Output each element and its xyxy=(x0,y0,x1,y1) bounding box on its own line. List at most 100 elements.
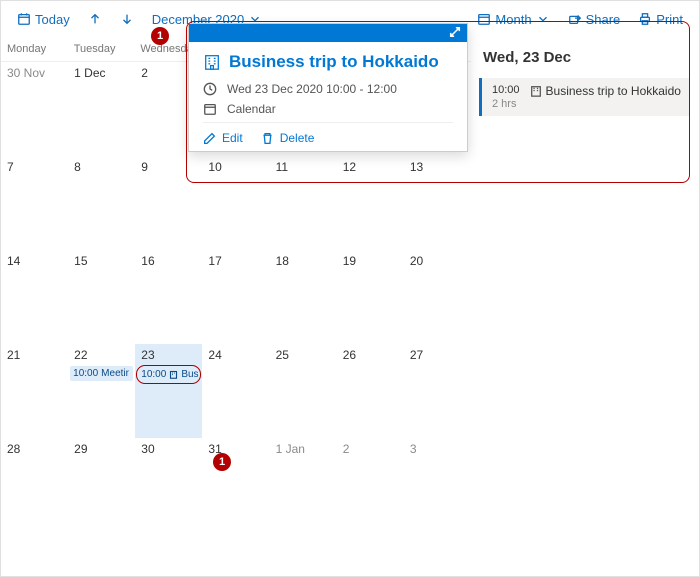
day-number: 1 Dec xyxy=(74,66,129,80)
day-cell[interactable]: 21 xyxy=(1,344,68,438)
day-cell[interactable]: 10 xyxy=(202,156,269,250)
popup-calendar: Calendar xyxy=(227,102,276,116)
event-chip[interactable]: 10:00 Meetir xyxy=(70,366,133,381)
building-icon xyxy=(530,85,542,97)
day-cell[interactable]: 1 Dec xyxy=(68,62,135,156)
day-number: 17 xyxy=(208,254,263,268)
arrow-up-icon xyxy=(88,12,102,26)
day-cell[interactable]: 28 xyxy=(1,438,68,532)
popup-calendar-row: Calendar xyxy=(203,102,453,116)
day-number: 12 xyxy=(343,160,398,174)
day-cell[interactable]: 7 xyxy=(1,156,68,250)
popup-actions: Edit Delete xyxy=(203,122,453,145)
day-detail-title: Wed, 23 Dec xyxy=(479,43,689,78)
next-button[interactable] xyxy=(114,8,140,30)
day-number: 21 xyxy=(7,348,62,362)
trash-icon xyxy=(261,132,274,145)
share-icon xyxy=(568,12,582,26)
day-number: 2 xyxy=(343,442,398,456)
day-number: 1 Jan xyxy=(276,442,331,456)
day-number: 14 xyxy=(7,254,62,268)
share-button[interactable]: Share xyxy=(562,8,627,31)
print-label: Print xyxy=(656,12,683,27)
day-cell[interactable]: 9 xyxy=(135,156,202,250)
print-icon xyxy=(638,12,652,26)
day-cell[interactable]: 20 xyxy=(404,250,471,344)
calendar-icon xyxy=(477,12,491,26)
day-number: 19 xyxy=(343,254,398,268)
day-cell[interactable]: 27 xyxy=(404,344,471,438)
chip-time: 10:00 xyxy=(73,368,98,379)
event-title-col: Business trip to Hokkaido xyxy=(530,84,681,98)
expand-icon xyxy=(449,26,461,38)
day-cell[interactable]: 25 xyxy=(270,344,337,438)
today-button[interactable]: Today xyxy=(11,8,76,31)
day-cell[interactable]: 3 xyxy=(404,438,471,532)
day-cell[interactable]: 24 xyxy=(202,344,269,438)
day-number: 16 xyxy=(141,254,196,268)
day-number: 9 xyxy=(141,160,196,174)
day-number: 10 xyxy=(208,160,263,174)
day-cell[interactable]: 22 10:00 Meetir xyxy=(68,344,135,438)
building-icon xyxy=(169,370,178,379)
week-row: 14 15 16 17 18 19 20 xyxy=(1,250,471,344)
popup-title: Business trip to Hokkaido xyxy=(229,52,439,72)
day-cell[interactable]: 1 Jan xyxy=(270,438,337,532)
day-number: 22 xyxy=(74,348,129,362)
print-button[interactable]: Print xyxy=(632,8,689,31)
day-header: Monday xyxy=(1,37,68,62)
day-cell[interactable]: 15 xyxy=(68,250,135,344)
calendar-icon xyxy=(203,102,217,116)
day-cell[interactable]: 18 xyxy=(270,250,337,344)
day-number: 18 xyxy=(276,254,331,268)
popup-title-row: Business trip to Hokkaido xyxy=(203,52,453,72)
day-detail-panel: Wed, 23 Dec 10:00 2 hrs Business trip to… xyxy=(479,43,689,116)
delete-button[interactable]: Delete xyxy=(261,131,315,145)
popup-body: Business trip to Hokkaido Wed 23 Dec 202… xyxy=(189,42,467,151)
day-number: 31 xyxy=(208,442,263,456)
day-number: 8 xyxy=(74,160,129,174)
day-number: 7 xyxy=(7,160,62,174)
toolbar-right: Month Share Print xyxy=(471,8,689,31)
day-number: 30 xyxy=(141,442,196,456)
day-header: Tuesday xyxy=(68,37,135,62)
event-popup: Business trip to Hokkaido Wed 23 Dec 202… xyxy=(188,23,468,152)
popup-time-row: Wed 23 Dec 2020 10:00 - 12:00 xyxy=(203,82,453,96)
day-number: 20 xyxy=(410,254,465,268)
day-number: 28 xyxy=(7,442,62,456)
popup-time: Wed 23 Dec 2020 10:00 - 12:00 xyxy=(227,82,397,96)
expand-button[interactable] xyxy=(449,26,461,41)
day-cell[interactable]: 12 xyxy=(337,156,404,250)
day-number: 13 xyxy=(410,160,465,174)
day-cell[interactable]: 14 xyxy=(1,250,68,344)
day-cell[interactable]: 30 Nov xyxy=(1,62,68,156)
day-cell[interactable]: 17 xyxy=(202,250,269,344)
day-cell[interactable]: 29 xyxy=(68,438,135,532)
day-cell[interactable]: 30 xyxy=(135,438,202,532)
day-cell-selected[interactable]: 23 10:00 Bus xyxy=(135,344,202,438)
day-cell[interactable]: 16 xyxy=(135,250,202,344)
day-cell[interactable]: 2 xyxy=(337,438,404,532)
calendar-icon xyxy=(17,12,31,26)
arrow-down-icon xyxy=(120,12,134,26)
day-detail-event[interactable]: 10:00 2 hrs Business trip to Hokkaido xyxy=(479,78,689,116)
prev-button[interactable] xyxy=(82,8,108,30)
edit-label: Edit xyxy=(222,131,243,145)
clock-icon xyxy=(203,82,217,96)
day-number: 3 xyxy=(410,442,465,456)
view-switch[interactable]: Month xyxy=(471,8,555,31)
chip-time: 10:00 xyxy=(141,369,166,380)
day-cell[interactable]: 8 xyxy=(68,156,135,250)
day-cell[interactable]: 26 xyxy=(337,344,404,438)
event-time: 10:00 xyxy=(492,84,520,96)
day-cell[interactable]: 13 xyxy=(404,156,471,250)
edit-button[interactable]: Edit xyxy=(203,131,243,145)
day-cell[interactable]: 11 xyxy=(270,156,337,250)
day-number: 15 xyxy=(74,254,129,268)
day-number: 24 xyxy=(208,348,263,362)
event-duration: 2 hrs xyxy=(492,98,520,110)
day-cell[interactable]: 19 xyxy=(337,250,404,344)
day-number: 27 xyxy=(410,348,465,362)
event-chip-selected[interactable]: 10:00 Bus xyxy=(137,366,200,383)
day-cell[interactable]: 31 xyxy=(202,438,269,532)
